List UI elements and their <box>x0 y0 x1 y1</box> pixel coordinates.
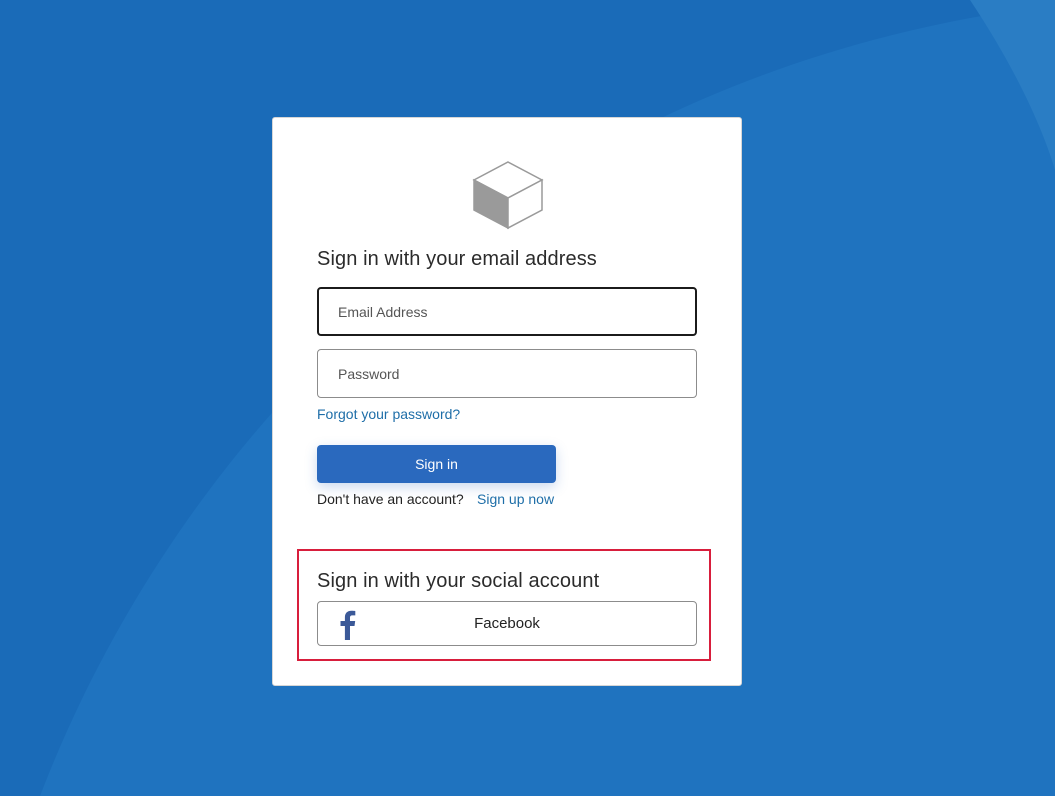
facebook-icon <box>340 610 356 640</box>
forgot-password-link[interactable]: Forgot your password? <box>317 406 460 422</box>
facebook-button-label: Facebook <box>474 615 540 632</box>
social-signin-heading: Sign in with your social account <box>317 570 600 592</box>
sign-up-link[interactable]: Sign up now <box>477 491 554 507</box>
facebook-signin-button[interactable]: Facebook <box>317 601 697 646</box>
password-input[interactable] <box>317 349 697 398</box>
sign-in-button[interactable]: Sign in <box>317 445 556 483</box>
signin-card: Sign in with your email address Forgot y… <box>272 117 742 686</box>
email-input[interactable] <box>317 287 697 336</box>
cube-logo-icon <box>472 161 544 230</box>
email-signin-heading: Sign in with your email address <box>317 248 597 270</box>
no-account-text: Don't have an account? <box>317 491 464 507</box>
